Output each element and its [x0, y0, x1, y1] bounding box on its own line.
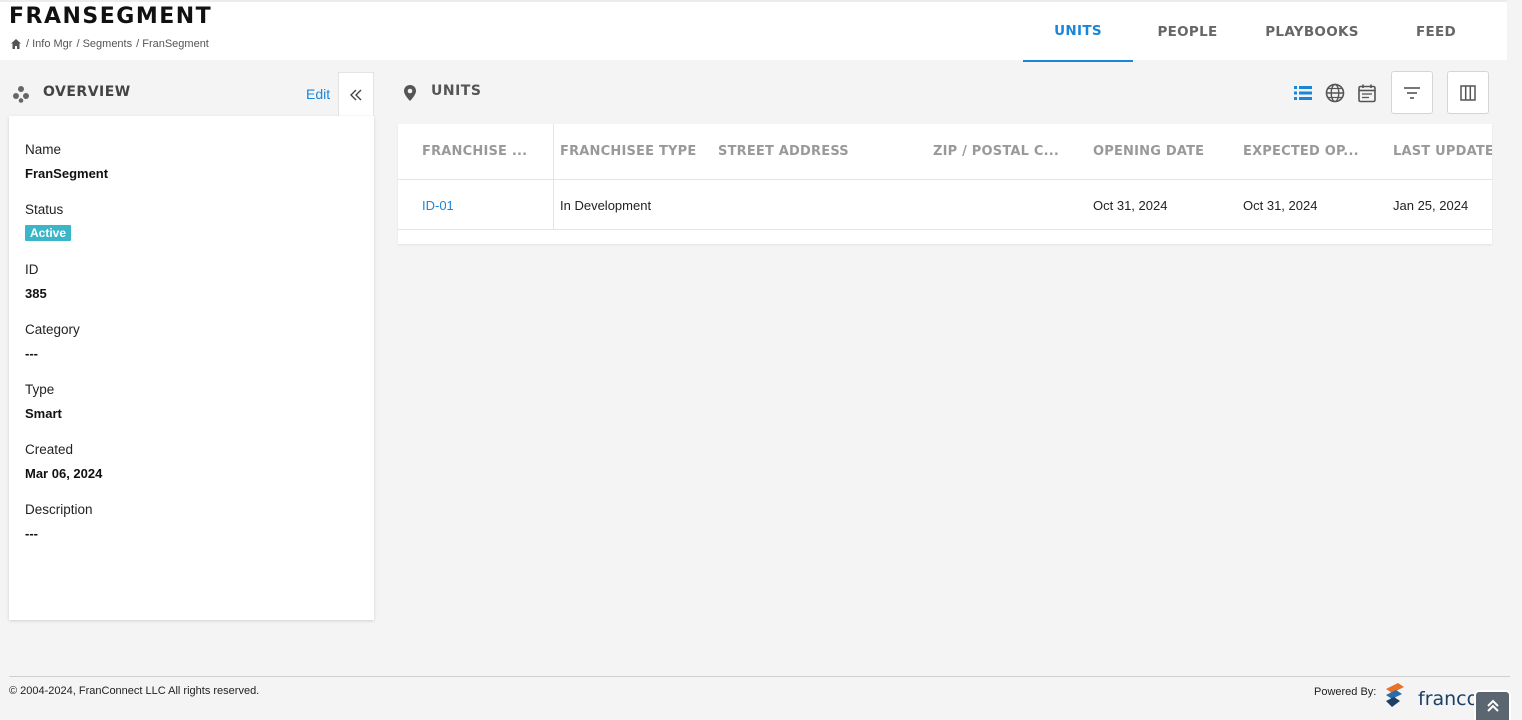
filter-button[interactable]	[1391, 71, 1433, 114]
tab-units[interactable]: UNITS	[1023, 2, 1133, 62]
field-category: Category ---	[25, 322, 358, 382]
filter-icon	[1404, 86, 1420, 99]
scroll-to-top-button[interactable]	[1476, 692, 1509, 720]
field-label: Type	[25, 382, 55, 397]
column-header-last-update[interactable]: LAST UPDATE	[1393, 124, 1492, 180]
field-label: ID	[25, 262, 39, 277]
status-badge: Active	[25, 225, 72, 241]
column-header-street-address[interactable]: STREET ADDRESS	[718, 124, 918, 180]
tab-playbooks[interactable]: PLAYBOOKS	[1250, 2, 1374, 62]
column-header-expected-opening[interactable]: EXPECTED OP...	[1243, 124, 1383, 180]
edit-link[interactable]: Edit	[306, 86, 330, 102]
columns-button[interactable]	[1447, 71, 1489, 114]
table-row[interactable]: ID-01 In Development Oct 31, 2024 Oct 31…	[398, 181, 1492, 230]
overview-icon	[13, 86, 29, 103]
cell-opening-date: Oct 31, 2024	[1093, 198, 1168, 213]
field-label: Category	[25, 322, 80, 337]
field-label: Description	[25, 502, 93, 517]
field-label: Status	[25, 202, 64, 217]
cell-franchise-link[interactable]: ID-01	[422, 181, 454, 230]
columns-icon	[1460, 84, 1476, 101]
page-title: FRANSEGMENT	[9, 4, 213, 29]
field-type: Type Smart	[25, 382, 358, 442]
breadcrumb-info-mgr[interactable]: / Info Mgr	[26, 38, 72, 50]
tab-feed[interactable]: FEED	[1395, 2, 1477, 62]
footer-divider	[9, 676, 1510, 677]
overview-title: OVERVIEW	[43, 84, 131, 100]
franconnect-brand: franconnect	[1418, 688, 1478, 710]
map-pin-icon	[404, 85, 416, 101]
table-header: FRANCHISE ... FRANCHISEE TYPE STREET ADD…	[398, 124, 1492, 180]
franconnect-logo-icon	[1386, 683, 1404, 707]
field-value: FranSegment	[25, 166, 109, 181]
field-value: 385	[25, 286, 47, 301]
collapse-panel-button[interactable]	[338, 72, 374, 116]
breadcrumb: / Info Mgr / Segments / FranSegment	[10, 38, 209, 50]
units-title: UNITS	[431, 83, 482, 99]
breadcrumb-current: / FranSegment	[136, 38, 209, 50]
page-header: FRANSEGMENT / Info Mgr / Segments / Fran…	[0, 0, 1507, 62]
field-label: Name	[25, 142, 62, 157]
breadcrumb-segments[interactable]: / Segments	[76, 38, 132, 50]
calendar-icon[interactable]	[1356, 82, 1378, 104]
chevrons-left-icon	[350, 89, 362, 100]
copyright-text: © 2004-2024, FranConnect LLC All rights …	[9, 685, 260, 697]
list-view-icon[interactable]	[1292, 82, 1314, 104]
field-description: Description ---	[25, 502, 358, 562]
field-value: Smart	[25, 406, 62, 421]
double-chevron-up-icon	[1486, 699, 1499, 712]
overview-card: Name FranSegment Status Active ID 385 Ca…	[9, 116, 374, 620]
units-table: FRANCHISE ... FRANCHISEE TYPE STREET ADD…	[398, 124, 1492, 244]
field-value: Mar 06, 2024	[25, 466, 103, 481]
cell-franchisee-type: In Development	[560, 198, 652, 213]
field-value: ---	[25, 526, 38, 541]
home-icon[interactable]	[10, 38, 22, 50]
field-label: Created	[25, 442, 74, 457]
column-header-zip[interactable]: ZIP / POSTAL C...	[933, 124, 1083, 180]
field-status: Status Active	[25, 202, 358, 262]
field-created: Created Mar 06, 2024	[25, 442, 358, 502]
overview-header: OVERVIEW Edit	[9, 72, 337, 116]
cell-expected-opening: Oct 31, 2024	[1243, 198, 1318, 213]
cell-last-update: Jan 25, 2024	[1393, 198, 1469, 213]
tab-people[interactable]: PEOPLE	[1140, 2, 1235, 62]
column-header-opening-date[interactable]: OPENING DATE	[1093, 124, 1238, 180]
field-name: Name FranSegment	[25, 142, 358, 202]
field-id: ID 385	[25, 262, 358, 322]
column-header-franchise[interactable]: FRANCHISE ...	[422, 124, 542, 180]
column-header-franchisee-type[interactable]: FRANCHISEE TYPE	[560, 124, 710, 180]
field-value: ---	[25, 346, 38, 361]
powered-by-label: Powered By:	[1314, 686, 1377, 698]
globe-icon[interactable]	[1324, 82, 1346, 104]
